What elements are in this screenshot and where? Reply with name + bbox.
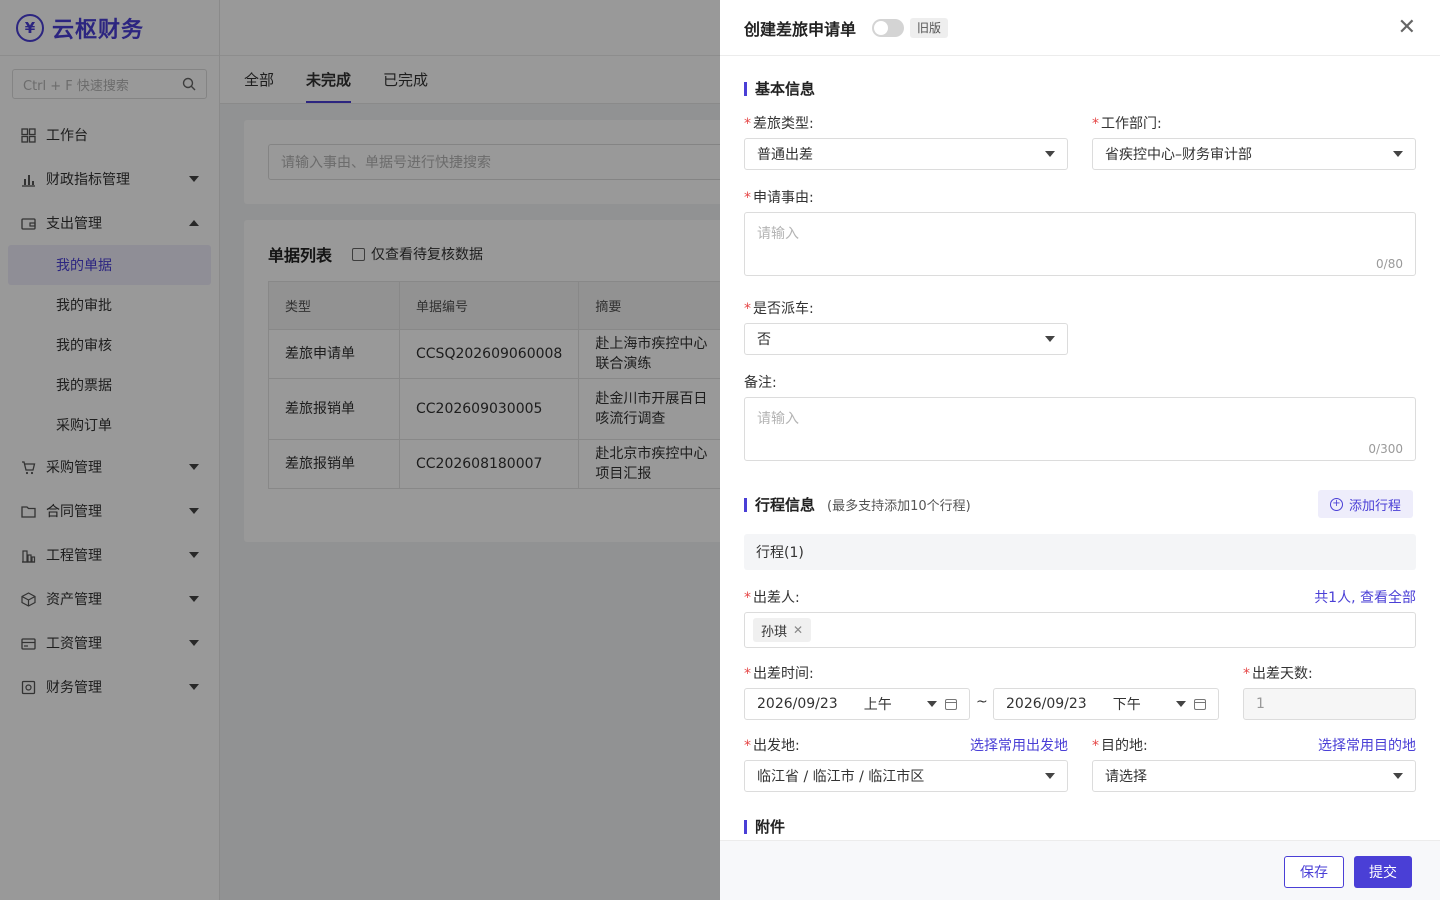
remark-counter: 0/300 <box>1368 442 1403 456</box>
car-value: 否 <box>757 332 771 348</box>
required-mark: * <box>744 301 751 317</box>
section-basic-info: 基本信息 <box>744 78 815 99</box>
time-label-text: 出差时间: <box>753 666 814 682</box>
traveler-label-text: 出差人: <box>753 590 800 606</box>
car-label-text: 是否派车: <box>753 301 814 317</box>
remark-placeholder: 请输入 <box>757 411 799 427</box>
save-button[interactable]: 保存 <box>1284 856 1344 888</box>
start-date-picker[interactable]: 2026/09/23 上午 <box>744 688 970 720</box>
dept-value: 省疾控中心–财务审计部 <box>1105 147 1252 163</box>
chevron-down-icon <box>1393 773 1403 779</box>
traveler-label: * 出差人: <box>744 587 800 607</box>
trip-type-select[interactable]: 普通出差 <box>744 138 1068 170</box>
close-icon[interactable]: ✕ <box>1398 16 1416 39</box>
calendar-icon <box>945 698 957 710</box>
trip-hint: (最多支持添加10个行程) <box>827 499 971 514</box>
trip-type-value: 普通出差 <box>757 147 813 163</box>
origin-value: 临江省 / 临江市 / 临江市区 <box>757 769 925 785</box>
days-label-text: 出差天数: <box>1252 666 1313 682</box>
reason-placeholder: 请输入 <box>757 226 799 242</box>
chevron-down-icon <box>927 701 937 707</box>
dest-label-text: 目的地: <box>1101 738 1148 754</box>
trip-type-label: * 差旅类型: <box>744 113 814 133</box>
date-range-separator: ~ <box>976 694 988 710</box>
required-mark: * <box>744 666 751 682</box>
dest-label: * 目的地: <box>1092 735 1148 755</box>
create-travel-drawer: 创建差旅申请单 旧版 ✕ 基本信息 * 差旅类型: 普通出差 * 工作部门: 省疾控… <box>720 0 1440 900</box>
origin-select[interactable]: 临江省 / 临江市 / 临江市区 <box>744 760 1068 792</box>
days-field: 1 <box>1243 688 1416 720</box>
origin-label: * 出发地: <box>744 735 800 755</box>
plus-circle-icon: + <box>1330 497 1343 511</box>
remark-label: 备注: <box>744 375 777 391</box>
view-all-travelers-link[interactable]: 共1人, 查看全部 <box>1314 587 1416 607</box>
days-label: * 出差天数: <box>1243 663 1313 683</box>
trip-type-label-text: 差旅类型: <box>753 116 814 132</box>
reason-counter: 0/80 <box>1376 257 1403 271</box>
start-date-value: 2026/09/23 <box>757 696 838 712</box>
trip-item-header[interactable]: 行程(1) <box>744 534 1416 570</box>
time-label: * 出差时间: <box>744 663 814 683</box>
dept-label: * 工作部门: <box>1092 113 1162 133</box>
end-date-value: 2026/09/23 <box>1006 696 1087 712</box>
traveler-select[interactable]: 孙琪 ✕ <box>744 612 1416 648</box>
chevron-down-icon <box>1045 773 1055 779</box>
section-basic-title: 基本信息 <box>755 80 816 98</box>
reason-textarea[interactable]: 请输入 0/80 <box>744 212 1416 276</box>
add-trip-label: 添加行程 <box>1349 498 1402 514</box>
reason-label-text: 申请事由: <box>753 190 814 206</box>
calendar-icon <box>1194 698 1206 710</box>
drawer-footer: 保存 提交 <box>720 840 1440 900</box>
trip-item-title: 行程(1) <box>756 545 804 561</box>
required-mark: * <box>1243 666 1250 682</box>
dept-label-text: 工作部门: <box>1101 116 1162 132</box>
drawer-body[interactable]: 基本信息 * 差旅类型: 普通出差 * 工作部门: 省疾控中心–财务审计部 * 申请事… <box>720 56 1440 840</box>
origin-label-text: 出发地: <box>753 738 800 754</box>
required-mark: * <box>744 590 751 606</box>
traveler-chip-name: 孙琪 <box>761 624 788 640</box>
remove-chip-icon[interactable]: ✕ <box>793 623 803 637</box>
common-origin-link[interactable]: 选择常用出发地 <box>970 735 1068 755</box>
section-trip-info: 行程信息 (最多支持添加10个行程) <box>744 494 971 515</box>
required-mark: * <box>744 116 751 132</box>
required-mark: * <box>1092 116 1099 132</box>
chevron-down-icon <box>1393 151 1403 157</box>
section-attachments: 附件 <box>744 816 785 837</box>
dept-select[interactable]: 省疾控中心–财务审计部 <box>1092 138 1416 170</box>
common-dest-link[interactable]: 选择常用目的地 <box>1318 735 1416 755</box>
traveler-chip: 孙琪 ✕ <box>753 618 812 642</box>
start-period-value: 上午 <box>863 697 892 713</box>
required-mark: * <box>1092 738 1099 754</box>
chevron-down-icon <box>1045 336 1055 342</box>
dest-select[interactable]: 请选择 <box>1092 760 1416 792</box>
drawer-title: 创建差旅申请单 <box>744 19 857 39</box>
remark-textarea[interactable]: 请输入 0/300 <box>744 397 1416 461</box>
required-mark: * <box>744 190 751 206</box>
chevron-down-icon <box>1176 701 1186 707</box>
chevron-down-icon <box>1045 151 1055 157</box>
drawer-header: 创建差旅申请单 旧版 ✕ <box>720 0 1440 56</box>
version-toggle[interactable] <box>872 18 905 37</box>
add-trip-button[interactable]: + 添加行程 <box>1318 490 1414 518</box>
section-trip-title: 行程信息 <box>755 496 816 514</box>
end-period-value: 下午 <box>1112 697 1141 713</box>
car-select[interactable]: 否 <box>744 323 1068 355</box>
version-tag: 旧版 <box>910 17 949 38</box>
submit-button[interactable]: 提交 <box>1354 856 1412 888</box>
days-value: 1 <box>1256 696 1265 712</box>
section-attach-title: 附件 <box>755 818 786 836</box>
end-date-picker[interactable]: 2026/09/23 下午 <box>993 688 1219 720</box>
car-label: * 是否派车: <box>744 298 814 318</box>
required-mark: * <box>744 738 751 754</box>
dest-value: 请选择 <box>1105 769 1147 785</box>
reason-label: * 申请事由: <box>744 187 814 207</box>
